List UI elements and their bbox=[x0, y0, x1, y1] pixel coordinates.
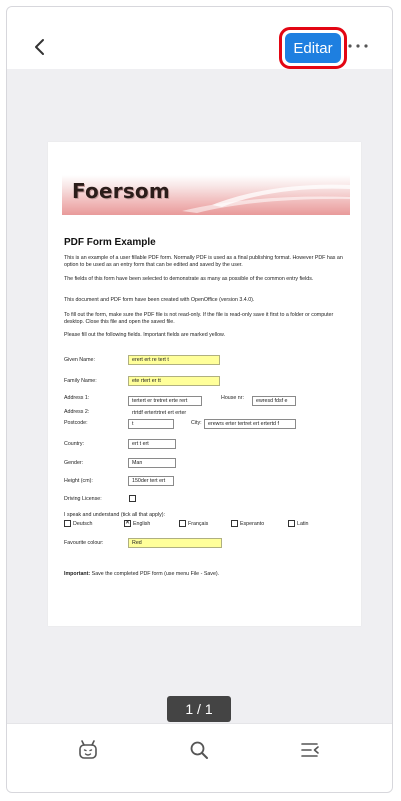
openoffice-paragraph: This document and PDF form have been cre… bbox=[64, 297, 255, 303]
given-name-field[interactable]: erert ert re tert t bbox=[128, 355, 220, 365]
driving-license-checkbox[interactable] bbox=[129, 495, 136, 502]
address1-label: Address 1: bbox=[64, 395, 90, 401]
height-field[interactable]: 150der tert ert bbox=[128, 476, 174, 486]
address2-label: Address 2: bbox=[64, 409, 90, 415]
house-nr-label: House nr: bbox=[221, 395, 244, 401]
address1-field[interactable]: tertert er tretret erte rert bbox=[128, 396, 202, 406]
important-text: Save the completed PDF form (use menu Fi… bbox=[90, 571, 220, 577]
postcode-label: Postcode: bbox=[64, 420, 88, 426]
favourite-colour-field[interactable]: Red bbox=[128, 538, 222, 548]
search-icon bbox=[190, 741, 208, 759]
address2-field[interactable]: rtrtdf ertertrtret ert erter bbox=[128, 408, 202, 418]
esperanto-label: Esperanto bbox=[240, 521, 265, 527]
postcode-field[interactable]: t bbox=[128, 419, 174, 429]
latin-label: Latin bbox=[297, 521, 309, 527]
important-label: Important: bbox=[64, 571, 91, 577]
outline-list-icon bbox=[301, 743, 319, 757]
family-name-label: Family Name: bbox=[64, 378, 97, 384]
languages-label: I speak and understand (tick all that ap… bbox=[64, 512, 165, 518]
favourite-colour-label: Favourite colour: bbox=[64, 540, 104, 546]
instructions-paragraph: Please fill out the following fields. Im… bbox=[64, 332, 226, 338]
deutsch-checkbox[interactable] bbox=[64, 520, 71, 527]
important-note: Important: Save the completed PDF form (… bbox=[64, 571, 344, 578]
english-label: English bbox=[133, 521, 151, 527]
edit-button[interactable]: Editar bbox=[285, 33, 341, 63]
driving-license-label: Driving License: bbox=[64, 496, 102, 502]
chevron-left-icon bbox=[35, 39, 44, 55]
outline-button[interactable] bbox=[299, 739, 321, 761]
back-button[interactable] bbox=[31, 35, 51, 59]
form-title: PDF Form Example bbox=[64, 237, 156, 248]
more-options-button[interactable] bbox=[347, 39, 369, 53]
given-name-label: Given Name: bbox=[64, 357, 95, 363]
fields-paragraph: The fields of this form have been select… bbox=[64, 276, 314, 282]
page-indicator: 1 / 1 bbox=[167, 696, 231, 722]
english-checkbox[interactable]: ✕ bbox=[124, 520, 131, 527]
francais-label: Français bbox=[188, 521, 209, 527]
pdf-page[interactable]: Foersom PDF Form Example This is an exam… bbox=[48, 142, 361, 626]
readonly-paragraph: To fill out the form, make sure the PDF … bbox=[64, 312, 334, 325]
city-label: City: bbox=[191, 420, 202, 426]
more-horizontal-icon bbox=[348, 44, 368, 48]
header-banner: Foersom bbox=[62, 175, 350, 215]
height-label: Height (cm): bbox=[64, 478, 93, 484]
gender-label: Gender: bbox=[64, 460, 84, 466]
latin-checkbox[interactable] bbox=[288, 520, 295, 527]
gender-field[interactable]: Man bbox=[128, 458, 176, 468]
brand-logo-text: Foersom bbox=[72, 179, 170, 203]
house-nr-field[interactable]: ewresd fdsf e bbox=[252, 396, 296, 406]
intro-paragraph: This is an example of a user fillable PD… bbox=[64, 255, 343, 268]
app-frame: Editar Foersom PDF Form Example This is … bbox=[6, 6, 393, 793]
country-field[interactable]: ert t ert bbox=[128, 439, 176, 449]
family-name-field[interactable]: ete rtert er tt bbox=[128, 376, 220, 386]
top-toolbar: Editar bbox=[7, 7, 392, 69]
search-button[interactable] bbox=[188, 739, 210, 761]
country-label: Country: bbox=[64, 441, 85, 447]
francais-checkbox[interactable] bbox=[179, 520, 186, 527]
bottom-toolbar bbox=[7, 723, 392, 792]
bot-face-icon bbox=[79, 740, 97, 759]
esperanto-checkbox[interactable] bbox=[231, 520, 238, 527]
assistant-button[interactable] bbox=[77, 739, 99, 761]
city-field[interactable]: erewrs erter tertret ert ertertd f bbox=[204, 419, 296, 429]
deutsch-label: Deutsch bbox=[73, 521, 93, 527]
